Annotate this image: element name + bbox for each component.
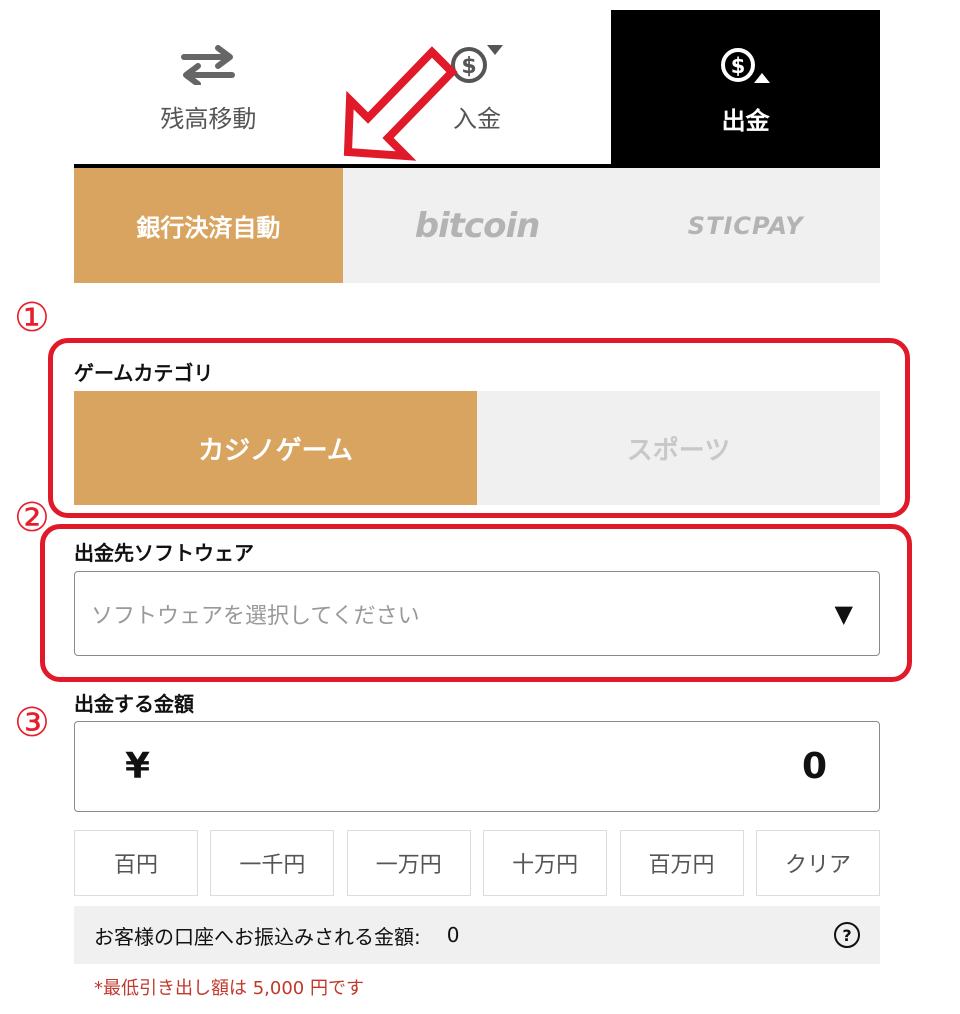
quick-100000-button[interactable]: 十万円 xyxy=(483,830,608,896)
dollar-coin-down-icon: $ xyxy=(447,41,507,89)
currency-symbol: ¥ xyxy=(125,746,151,787)
quick-1000-button[interactable]: 一千円 xyxy=(210,830,335,896)
quick-1000000-button[interactable]: 百万円 xyxy=(619,830,744,896)
sticpay-logo: STICPAY xyxy=(687,211,804,240)
quick-10000-button[interactable]: 一万円 xyxy=(346,830,471,896)
tab-deposit[interactable]: $ 入金 xyxy=(342,10,612,168)
annotation-number-2: ② xyxy=(14,495,50,541)
payment-method-tabs: 銀行決済自動 bitcoin STICPAY xyxy=(74,168,880,283)
dollar-coin-up-icon: $ xyxy=(716,43,776,91)
software-select[interactable]: ソフトウェアを選択してください ▼ xyxy=(74,571,880,656)
transfer-arrows-icon xyxy=(180,41,236,89)
method-sticpay[interactable]: STICPAY xyxy=(611,168,880,283)
amount-label: 出金する金額 xyxy=(74,692,194,716)
tab-balance-transfer[interactable]: 残高移動 xyxy=(74,10,343,168)
annotation-number-3: ③ xyxy=(14,700,50,746)
tab-label: 入金 xyxy=(453,104,501,133)
received-amount-value: 0 xyxy=(446,923,460,947)
method-bitcoin[interactable]: bitcoin xyxy=(343,168,612,283)
amount-input[interactable]: ¥ 0 xyxy=(74,721,880,812)
clear-button[interactable]: クリア xyxy=(755,830,880,896)
received-amount-label: お客様の口座へお振込みされる金額: xyxy=(94,924,421,949)
software-placeholder: ソフトウェアを選択してください xyxy=(91,603,420,629)
help-icon[interactable]: ? xyxy=(834,922,860,948)
quick-100-button[interactable]: 百円 xyxy=(74,830,198,896)
amount-value: 0 xyxy=(801,746,827,787)
category-toggle: カジノゲーム スポーツ xyxy=(74,391,880,505)
tab-withdraw[interactable]: $ 出金 xyxy=(611,10,881,168)
svg-text:$: $ xyxy=(461,54,476,79)
method-label: 銀行決済自動 xyxy=(136,214,281,242)
category-label: ゲームカテゴリ xyxy=(74,361,214,385)
dropdown-caret-icon: ▼ xyxy=(834,599,853,628)
received-amount-bar: お客様の口座へお振込みされる金額: 0 ? xyxy=(74,906,880,964)
bitcoin-logo: bitcoin xyxy=(414,205,541,246)
category-sports-button[interactable]: スポーツ xyxy=(477,391,880,505)
annotation-number-1: ① xyxy=(14,295,50,341)
tab-label: 残高移動 xyxy=(160,104,257,133)
quick-amount-buttons: 百円 一千円 一万円 十万円 百万円 クリア xyxy=(74,830,880,896)
tab-label: 出金 xyxy=(721,106,770,135)
method-bank-transfer[interactable]: 銀行決済自動 xyxy=(74,168,343,283)
minimum-withdrawal-note: *最低引き出し額は 5,000 円です xyxy=(94,978,364,999)
svg-text:$: $ xyxy=(730,54,745,78)
category-casino-button[interactable]: カジノゲーム xyxy=(74,391,477,505)
transaction-tabs: 残高移動 $ 入金 $ 出金 xyxy=(74,10,881,168)
software-label: 出金先ソフトウェア xyxy=(74,541,254,565)
